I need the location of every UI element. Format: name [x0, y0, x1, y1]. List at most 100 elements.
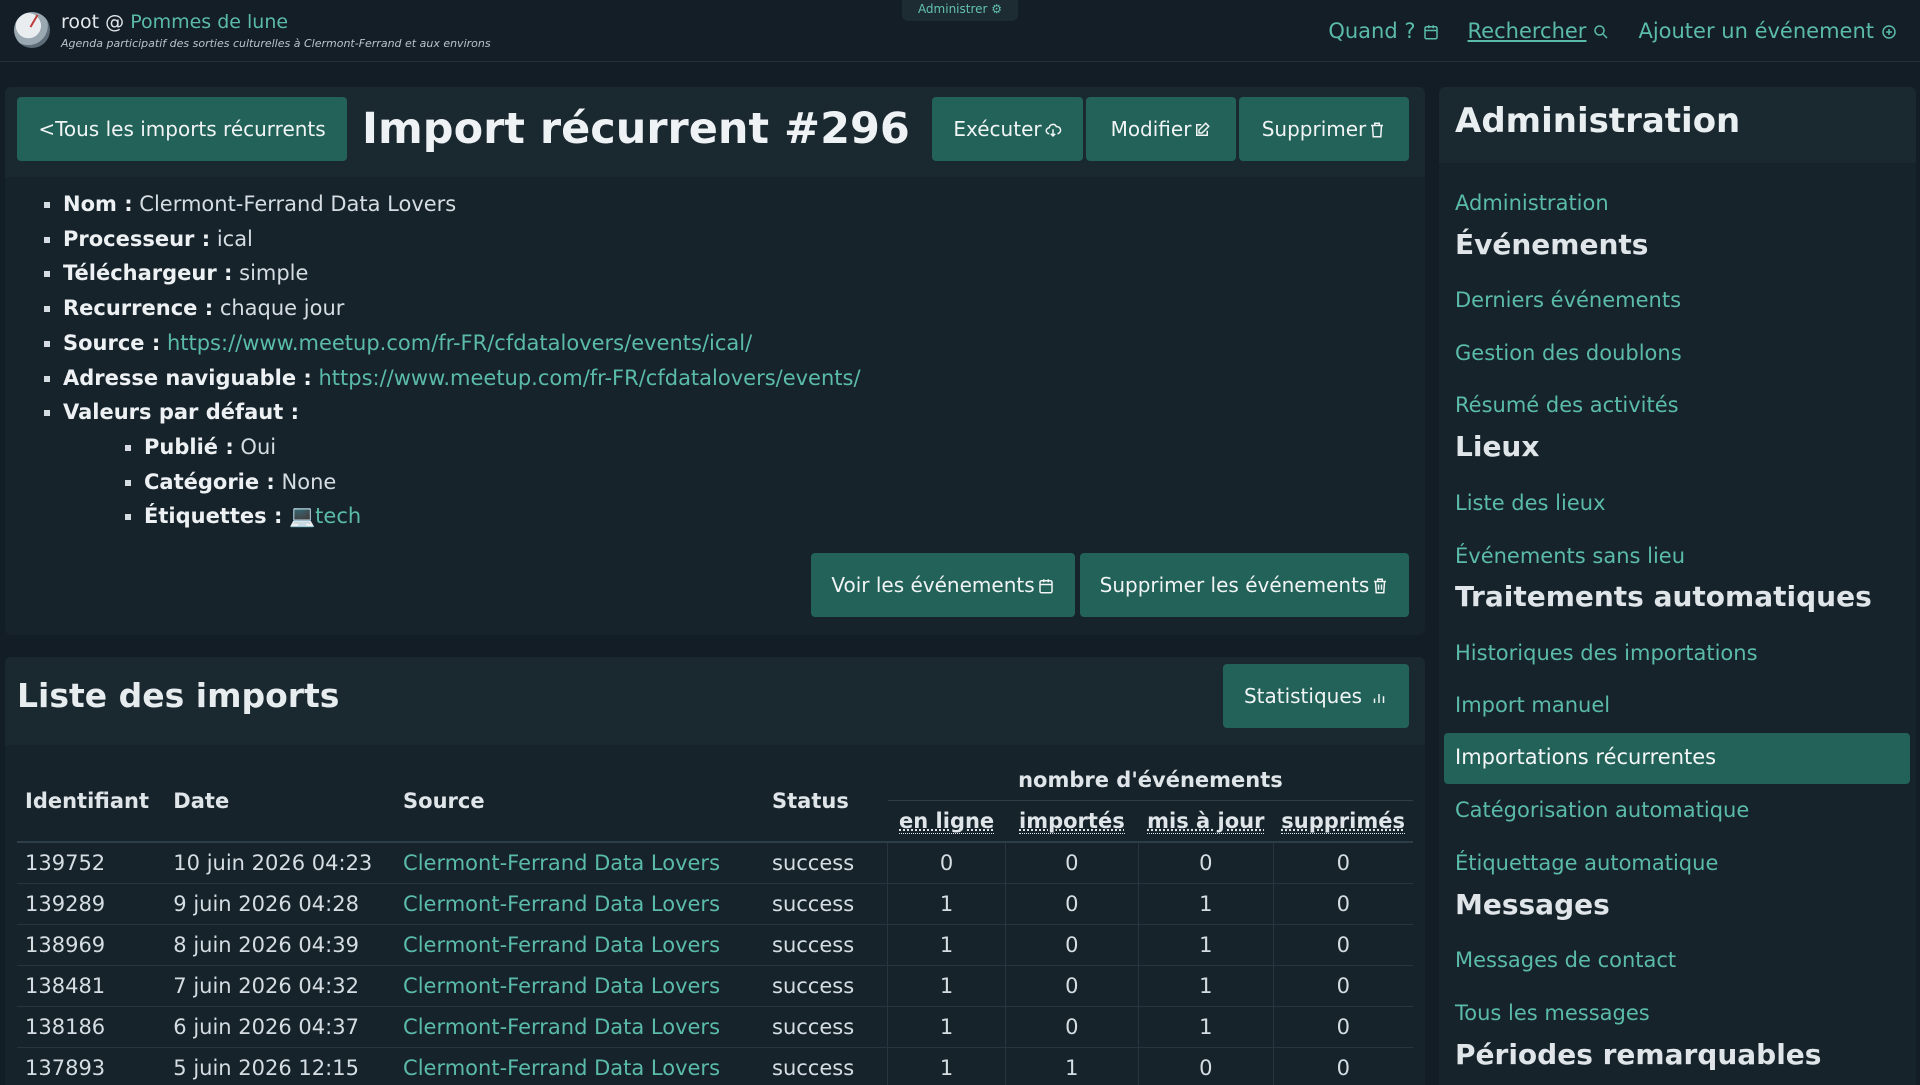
view-events-button[interactable]: Voir les événements [811, 553, 1075, 617]
tag-tech-link[interactable]: 💻tech [289, 504, 361, 528]
sidebar-item-etiquettage-auto[interactable]: Étiquettage automatique [1455, 851, 1718, 875]
prop-telechargeur: Téléchargeur : simple [63, 256, 861, 291]
page-title: Import récurrent #296 [362, 104, 910, 154]
cell-importes: 0 [1004, 924, 1139, 965]
statistics-button[interactable]: Statistiques [1223, 664, 1409, 728]
edit-icon [1193, 120, 1211, 138]
gear-icon: ⚙ [991, 2, 1003, 16]
import-source-link[interactable]: Clermont-Ferrand Data Lovers [403, 892, 720, 916]
plus-circle-icon [1880, 22, 1898, 40]
default-categorie: Catégorie : None [144, 465, 861, 500]
cell-supprimes: 0 [1272, 965, 1413, 1006]
import-source-link[interactable]: Clermont-Ferrand Data Lovers [403, 974, 720, 998]
cell-source-link[interactable]: Clermont-Ferrand Data Lovers [395, 842, 764, 883]
sidebar-heading-periodes: Périodes remarquables [1455, 1038, 1822, 1071]
nav-quand[interactable]: Quand ? [1328, 19, 1439, 43]
cell-en-ligne: 0 [887, 842, 1006, 883]
cell-en-ligne: 1 [887, 883, 1006, 924]
prop-adresse-naviguable: Adresse naviguable : https://www.meetup.… [63, 361, 861, 396]
back-to-imports-button[interactable]: <Tous les imports récurrents [17, 97, 347, 161]
cell-en-ligne: 1 [887, 924, 1006, 965]
sidebar-item-active-label: Importations récurrentes [1455, 745, 1717, 769]
col-identifiant: Identifiant [25, 788, 150, 813]
nav-ajouter-evenement[interactable]: Ajouter un événement [1638, 19, 1898, 43]
cell-source-link[interactable]: Clermont-Ferrand Data Lovers [395, 965, 764, 1006]
site-name-link[interactable]: Pommes de lune [130, 11, 288, 33]
cell-date: 9 juin 2026 04:28 [173, 891, 359, 916]
cell-supprimes: 0 [1272, 1047, 1413, 1085]
imports-table: Identifiant Date Source Status nombre d'… [17, 760, 1413, 1085]
trash-icon [1368, 120, 1386, 138]
import-detail-card: <Tous les imports récurrents Import récu… [5, 87, 1425, 635]
cell-status: success [772, 1055, 855, 1080]
cell-importes: 1 [1004, 1047, 1139, 1085]
edit-button[interactable]: Modifier [1086, 97, 1236, 161]
cell-supprimes: 0 [1272, 924, 1413, 965]
cell-id: 137893 [25, 1055, 106, 1080]
delete-events-button[interactable]: Supprimer les événements [1080, 553, 1409, 617]
administrer-label: Administrer [917, 2, 988, 16]
browsable-url-link[interactable]: https://www.meetup.com/fr-FR/cfdatalover… [318, 366, 860, 390]
sidebar-header: Administration [1439, 87, 1916, 163]
cell-en-ligne: 1 [887, 1047, 1006, 1085]
top-bar: root @ Pommes de lune Agenda participati… [0, 0, 1920, 62]
col-supprimes[interactable]: supprimés [1273, 800, 1413, 842]
cell-importes: 0 [1004, 883, 1139, 924]
source-url-link[interactable]: https://www.meetup.com/fr-FR/cfdatalover… [167, 331, 752, 355]
table-row: 139289 9 juin 2026 04:28 Clermont-Ferrand … [17, 883, 1413, 924]
cell-en-ligne: 1 [887, 1006, 1006, 1047]
run-button[interactable]: Exécuter [932, 97, 1083, 161]
sidebar-item-resume-activites[interactable]: Résumé des activités [1455, 393, 1679, 417]
sidebar-item-liste-lieux[interactable]: Liste des lieux [1455, 491, 1606, 515]
calendar-icon [1422, 22, 1440, 40]
cell-importes: 0 [1004, 1006, 1139, 1047]
import-source-link[interactable]: Clermont-Ferrand Data Lovers [403, 1056, 720, 1080]
sidebar-title: Administration [1455, 101, 1741, 141]
import-source-link[interactable]: Clermont-Ferrand Data Lovers [403, 1015, 720, 1039]
administrer-tab[interactable]: Administrer ⚙ [902, 0, 1018, 21]
sidebar-item-derniers-evenements[interactable]: Derniers événements [1455, 288, 1681, 312]
nav-rechercher[interactable]: Rechercher [1468, 19, 1611, 43]
imports-list-title: Liste des imports [17, 676, 340, 715]
sidebar-item-categorisation-auto[interactable]: Catégorisation automatique [1455, 798, 1749, 822]
cell-source-link[interactable]: Clermont-Ferrand Data Lovers [395, 883, 764, 924]
cell-id: 138969 [25, 932, 106, 957]
nav-ajouter-label: Ajouter un événement [1638, 19, 1874, 43]
sidebar-heading-traitements: Traitements automatiques [1455, 580, 1872, 613]
sidebar-item-tous-messages[interactable]: Tous les messages [1455, 1001, 1650, 1025]
cell-mis-a-jour: 1 [1137, 883, 1274, 924]
imports-list-card: Liste des imports Statistiques Identifia… [5, 657, 1425, 1085]
cell-date: 7 juin 2026 04:32 [173, 973, 359, 998]
sidebar-item-historiques-importations[interactable]: Historiques des importations [1455, 641, 1758, 665]
cell-importes: 0 [1004, 965, 1139, 1006]
cell-source-link[interactable]: Clermont-Ferrand Data Lovers [395, 924, 764, 965]
cell-status: success [772, 973, 855, 998]
cell-date: 8 juin 2026 04:39 [173, 932, 359, 957]
delete-button[interactable]: Supprimer [1239, 97, 1409, 161]
table-row: 138481 7 juin 2026 04:32 Clermont-Ferrand … [17, 965, 1413, 1006]
calendar-icon [1037, 576, 1055, 594]
table-row: 137893 5 juin 2026 12:15 Clermont-Ferrand … [17, 1047, 1413, 1085]
cell-date: 5 juin 2026 12:15 [173, 1055, 359, 1080]
sidebar-item-administration[interactable]: Administration [1455, 191, 1609, 215]
sidebar-item-messages-contact[interactable]: Messages de contact [1455, 948, 1676, 972]
site-tagline: Agenda participatif des sorties culturel… [61, 37, 491, 50]
cell-source-link[interactable]: Clermont-Ferrand Data Lovers [395, 1006, 764, 1047]
site-logo[interactable] [14, 12, 50, 48]
col-mis-a-jour[interactable]: mis à jour [1138, 800, 1273, 842]
cell-source-link[interactable]: Clermont-Ferrand Data Lovers [395, 1047, 764, 1085]
col-en-ligne[interactable]: en ligne [888, 800, 1005, 842]
sidebar-item-gestion-doublons[interactable]: Gestion des doublons [1455, 341, 1682, 365]
import-source-link[interactable]: Clermont-Ferrand Data Lovers [403, 933, 720, 957]
import-source-link[interactable]: Clermont-Ferrand Data Lovers [403, 851, 720, 875]
sidebar-item-importations-recurrentes[interactable]: Importations récurrentes [1444, 733, 1910, 784]
sidebar-item-evenements-sans-lieu[interactable]: Événements sans lieu [1455, 544, 1685, 568]
edit-label: Modifier [1110, 117, 1192, 141]
cell-status: success [772, 1014, 855, 1039]
bar-chart-icon [1370, 687, 1388, 705]
cell-mis-a-jour: 0 [1137, 842, 1274, 883]
cell-id: 139752 [25, 850, 106, 875]
cell-mis-a-jour: 1 [1137, 965, 1274, 1006]
sidebar-item-import-manuel[interactable]: Import manuel [1455, 693, 1610, 717]
col-importes[interactable]: importés [1005, 800, 1138, 842]
